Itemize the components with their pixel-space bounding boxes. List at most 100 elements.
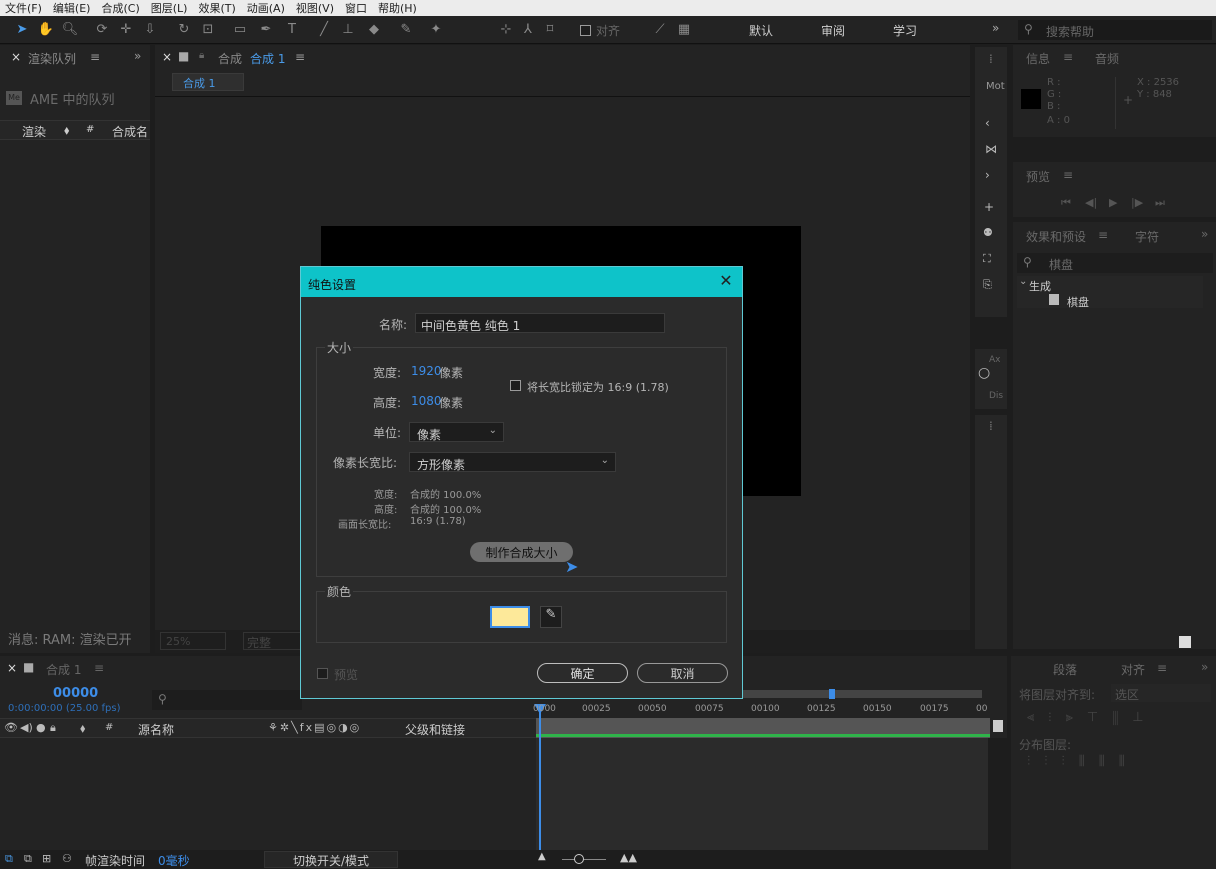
column-number[interactable]: # [86,124,94,135]
solo-icon[interactable]: ● [36,721,46,734]
last-frame-icon[interactable]: ⏭ [1155,196,1165,210]
axis-local-icon[interactable]: ⊹ [496,19,516,39]
distribute-buttons-icons[interactable]: ⫶⫶⫶⫼⫼⫼ [1027,754,1139,769]
tab-effects-presets[interactable]: 效果和预设 [1026,228,1086,245]
add-icon[interactable]: + [984,200,994,214]
zoom-tool-icon[interactable]: 🔍︎ [60,19,80,39]
circle-icon[interactable]: ○ [978,365,990,381]
panel-menu-icon[interactable]: ≡ [90,50,100,64]
resolution-select[interactable]: 完整 [243,632,303,650]
panel-menu-icon[interactable]: ≡ [94,661,104,675]
tab-timeline-comp[interactable]: 合成 1 [46,661,81,678]
persons-icon[interactable]: ⚉ [983,226,993,239]
drag-handle-icon[interactable]: ⁞ [989,52,993,66]
axis-view-icon[interactable]: ⌑ [540,19,560,39]
panel-menu-icon[interactable]: ≡ [1157,661,1167,675]
play-icon[interactable]: ▶ [1109,196,1117,209]
rectangle-tool-icon[interactable]: ▭ [230,19,250,39]
prev-frame-icon[interactable]: ◀| [1085,196,1097,209]
unit-select[interactable]: 像素 ⌄ [409,422,504,442]
axis-world-icon[interactable]: ⅄ [518,19,538,39]
menu-edit[interactable]: 编辑(E) [48,0,97,16]
motion-blur-icon[interactable]: ⚇ [62,852,72,865]
menu-layer[interactable]: 图层(L) [146,0,194,16]
puppet-pin-icon[interactable]: ✦ [426,19,446,39]
menu-animation[interactable]: 动画(A) [242,0,291,16]
transfer-icon[interactable]: ⊞ [42,852,51,865]
timeline-scrollbar[interactable] [988,738,1007,850]
lock-icon[interactable]: 🔒︎ [199,50,204,61]
workspace-default[interactable]: 默认 [749,22,773,39]
new-folder-icon[interactable] [1179,636,1191,648]
menu-help[interactable]: 帮助(H) [373,0,423,16]
drag-handle-icon[interactable]: ⁞ [989,419,993,433]
hand-tool-icon[interactable]: ✋ [36,19,56,39]
tab-composition[interactable]: 合成 1 [250,50,285,67]
roto-brush-icon[interactable]: ✎ [396,19,416,39]
current-time-indicator[interactable] [539,712,541,857]
panel-menu-icon[interactable]: ≡ [295,50,305,64]
orbit-camera-icon[interactable]: ⟳ [92,19,112,39]
height-value[interactable]: 1080 [411,394,442,408]
type-tool-icon[interactable]: T [282,19,302,39]
tab-paragraph[interactable]: 段落 [1053,661,1077,678]
timeline-search-field[interactable]: ⚲ [152,690,302,710]
audio-icon[interactable]: ◀) [20,721,33,734]
menu-window[interactable]: 窗口 [340,0,373,16]
link-icon[interactable]: ⎘ [983,278,992,292]
menu-effect[interactable]: 效果(T) [193,0,241,16]
snap-grid-icon[interactable]: ▦ [674,19,694,39]
panel-overflow-icon[interactable]: » [134,49,141,63]
close-icon[interactable]: × [162,50,172,64]
snap-checkbox[interactable] [580,25,591,36]
clone-stamp-icon[interactable]: ⊥ [338,19,358,39]
help-search-field[interactable]: ⚲ 搜索帮助 [1018,20,1212,40]
zoom-select[interactable]: 25% [160,632,226,650]
workspace-learn[interactable]: 学习 [893,22,917,39]
timeline-end-marker-icon[interactable] [993,720,1003,732]
par-select[interactable]: 方形像素 ⌄ [409,452,616,472]
column-parent-link[interactable]: 父级和链接 [405,721,465,738]
column-comp-name[interactable]: 合成名 [112,123,148,140]
breadcrumb[interactable]: 合成 1 [172,73,244,91]
tab-character[interactable]: 字符 [1135,228,1159,245]
tab-align[interactable]: 对齐 [1121,661,1145,678]
anchor-tool-icon[interactable]: ⊡ [198,19,218,39]
column-source-name[interactable]: 源名称 [138,721,174,738]
zoom-in-icon[interactable]: ▲▲ [620,851,637,864]
column-number[interactable]: # [105,722,113,733]
layer-switch-icon[interactable]: ⧉ [24,852,32,866]
menu-view[interactable]: 视图(V) [291,0,340,16]
cancel-button[interactable]: 取消 [637,663,728,683]
workspace-overflow-icon[interactable]: » [992,21,999,35]
eyedropper-icon[interactable]: ✎ [540,606,562,628]
panel-overflow-icon[interactable]: » [1201,227,1208,241]
effects-item-checkerboard[interactable]: 棋盘 [1017,294,1203,309]
toggle-switches-button[interactable]: 切换开关/模式 [264,851,398,868]
color-swatch-button[interactable] [490,606,530,628]
zoom-out-icon[interactable]: ▲ [538,851,546,862]
lock-aspect-checkbox[interactable] [510,380,521,391]
zoom-slider-track[interactable] [562,859,606,860]
effects-category-generate[interactable]: ⌄ 生成 [1017,276,1203,293]
frame-icon[interactable]: ⛶ [983,252,991,266]
close-icon[interactable]: ✕ [718,273,734,289]
align-to-select[interactable]: 选区 [1111,684,1211,702]
lock-icon[interactable]: 🔒︎ [50,721,56,735]
ok-button[interactable]: 确定 [537,663,628,683]
close-icon[interactable]: × [11,50,21,64]
selection-tool-icon[interactable]: ➤ [12,19,32,39]
rotate-tool-icon[interactable]: ↻ [174,19,194,39]
column-render[interactable]: 渲染 [22,123,46,140]
panel-overflow-icon[interactable]: » [1201,660,1208,674]
panel-menu-icon[interactable]: ≡ [1098,228,1108,242]
tab-preview[interactable]: 预览 [1026,168,1050,185]
make-comp-size-button[interactable]: 制作合成大小 [470,542,573,562]
menu-file[interactable]: 文件(F) [0,0,48,16]
first-frame-icon[interactable]: ⏮ [1061,196,1071,210]
work-area-end-handle[interactable] [829,689,835,699]
dolly-camera-icon[interactable]: ⇩ [140,19,160,39]
pan-camera-icon[interactable]: ✛ [116,19,136,39]
next-frame-icon[interactable]: |▶ [1131,196,1143,209]
preview-checkbox[interactable] [317,668,328,679]
